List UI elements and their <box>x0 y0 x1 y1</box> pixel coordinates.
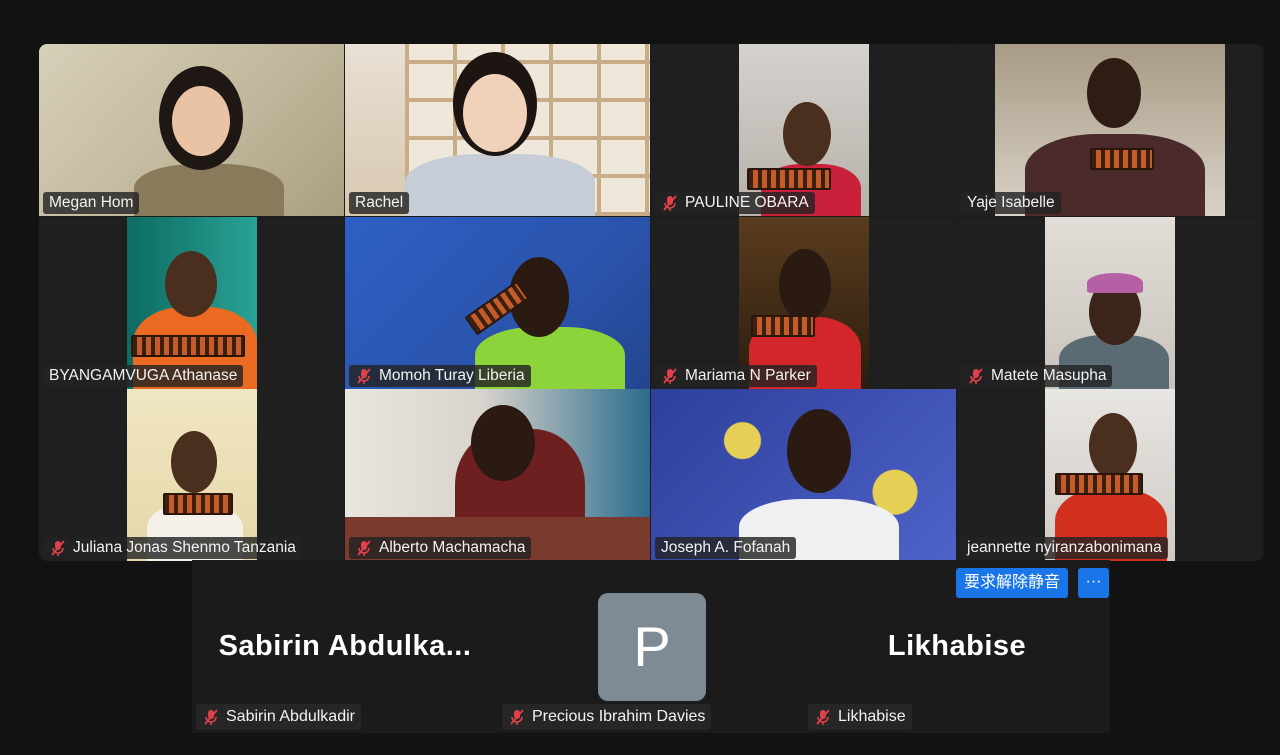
participant-name-label: Alberto Machamacha <box>349 537 532 559</box>
participant-name-label: BYANGAMVUGA Athanase <box>43 365 244 387</box>
video-tile-yaje-isabelle[interactable]: Yaje Isabelle <box>957 44 1262 216</box>
microphone-muted-icon <box>663 195 677 211</box>
request-unmute-button[interactable]: 要求解除静音 <box>956 568 1069 598</box>
microphone-muted-icon <box>357 368 371 384</box>
participant-name-label: Likhabise <box>808 704 912 730</box>
participant-name-label: Megan Hom <box>43 192 140 214</box>
more-options-button[interactable]: ··· <box>1078 568 1109 598</box>
video-tile-juliana-jonas-shenmo-tanzania[interactable]: Juliana Jonas Shenmo Tanzania <box>39 389 344 561</box>
participant-name-label: jeannette nyiranzabonimana <box>961 537 1168 559</box>
video-feed <box>995 44 1225 216</box>
microphone-muted-icon <box>204 709 218 725</box>
video-feed <box>39 44 344 216</box>
participant-name-label: Mariama N Parker <box>655 365 817 387</box>
video-tile-mariama-n-parker[interactable]: Mariama N Parker <box>651 217 956 389</box>
participant-name-label: Yaje Isabelle <box>961 192 1061 214</box>
video-tile-byangamvuga-athanase[interactable]: BYANGAMVUGA Athanase <box>39 217 344 389</box>
video-feed <box>739 217 869 389</box>
microphone-muted-icon <box>510 709 524 725</box>
video-tile-pauline-obara[interactable]: PAULINE OBARA <box>651 44 956 216</box>
avatar: P <box>598 593 706 701</box>
microphone-muted-icon <box>663 368 677 384</box>
video-feed <box>345 389 650 561</box>
participant-name-label: Sabirin Abdulkadir <box>196 704 361 730</box>
participant-name-label: Momoh Turay Liberia <box>349 365 531 387</box>
video-feed <box>345 44 650 216</box>
video-tile-jeannette-nyiranzabonimana[interactable]: jeannette nyiranzabonimana <box>957 389 1262 561</box>
microphone-muted-icon <box>816 709 830 725</box>
video-grid: Megan Hom Rachel PAULINE OBARA Yaje Isab… <box>39 44 1264 561</box>
video-feed <box>345 217 650 389</box>
video-feed <box>1045 217 1175 389</box>
microphone-muted-icon <box>969 368 983 384</box>
participant-name-label: Rachel <box>349 192 410 214</box>
participant-display-name: Sabirin Abdulka... <box>218 630 472 662</box>
video-tile-alberto-machamacha[interactable]: Alberto Machamacha <box>345 389 650 561</box>
participant-name-label: Precious Ibrahim Davies <box>502 704 712 730</box>
microphone-muted-icon <box>357 540 371 556</box>
participant-name-label: Matete Masupha <box>961 365 1113 387</box>
participant-display-name: Likhabise <box>887 630 1027 662</box>
video-feed <box>127 217 257 389</box>
ellipsis-icon: ··· <box>1085 573 1102 590</box>
video-feed <box>651 389 956 561</box>
video-feed <box>739 44 869 216</box>
video-feed <box>127 389 257 561</box>
video-tile-matete-masupha[interactable]: Matete Masupha <box>957 217 1262 389</box>
participant-name-label: Juliana Jonas Shenmo Tanzania <box>43 537 302 559</box>
video-tile-joseph-a-fofanah[interactable]: Joseph A. Fofanah <box>651 389 956 561</box>
video-tile-megan-hom[interactable]: Megan Hom <box>39 44 344 216</box>
participant-name-label: PAULINE OBARA <box>655 192 815 214</box>
microphone-muted-icon <box>51 540 65 556</box>
participant-name-label: Joseph A. Fofanah <box>655 537 797 559</box>
video-tile-momoh-turay-liberia[interactable]: Momoh Turay Liberia <box>345 217 650 389</box>
video-feed <box>1045 389 1175 561</box>
video-tile-rachel[interactable]: Rachel <box>345 44 650 216</box>
